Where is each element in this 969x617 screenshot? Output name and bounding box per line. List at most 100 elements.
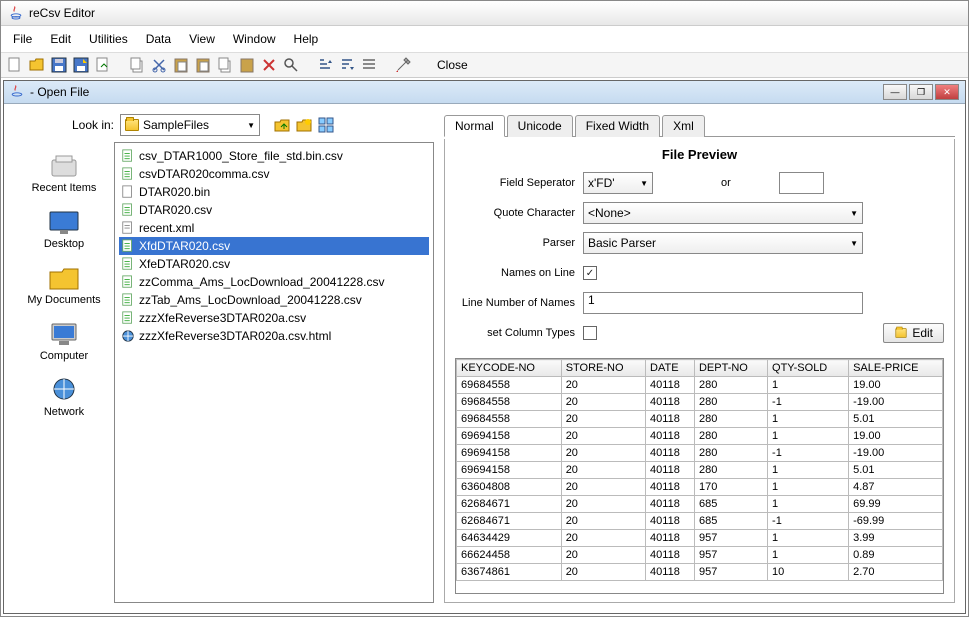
view-mode-icon[interactable] (318, 117, 334, 133)
close-window-button[interactable]: ✕ (935, 84, 959, 100)
open-file-window: - Open File — ❐ ✕ Look in: SampleFiles ▼ (3, 80, 966, 614)
table-row[interactable]: 626846712040118685169.99 (457, 496, 943, 513)
new-folder-icon[interactable] (296, 117, 312, 133)
preview-title: File Preview (455, 147, 944, 162)
recent-icon (46, 150, 82, 180)
quote-select[interactable]: <None>▼ (583, 202, 863, 224)
col-header[interactable]: QTY-SOLD (768, 360, 849, 377)
chevron-down-icon: ▼ (850, 209, 858, 218)
file-icon (121, 167, 135, 181)
title-bar: reCsv Editor (1, 1, 968, 26)
file-item[interactable]: XfdDTAR020.csv (119, 237, 429, 255)
tab-normal[interactable]: Normal (444, 115, 505, 137)
sidebar-documents[interactable]: My Documents (16, 262, 112, 306)
window-title: reCsv Editor (29, 6, 95, 20)
sidebar-computer[interactable]: Computer (16, 318, 112, 362)
sub-title-bar: - Open File — ❐ ✕ (4, 81, 965, 104)
menu-window[interactable]: Window (225, 28, 284, 50)
saveas-icon[interactable] (73, 57, 89, 73)
java-icon (10, 84, 24, 100)
minimize-button[interactable]: — (883, 84, 907, 100)
delete-icon[interactable] (261, 57, 277, 73)
file-item[interactable]: zzzXfeReverse3DTAR020a.csv (119, 309, 429, 327)
cut-icon[interactable] (151, 57, 167, 73)
field-sep-alt-input[interactable] (779, 172, 824, 194)
table-row[interactable]: 64634429204011895713.99 (457, 530, 943, 547)
file-item[interactable]: DTAR020.csv (119, 201, 429, 219)
copy2-icon[interactable] (217, 57, 233, 73)
documents-icon (46, 262, 82, 292)
sidebar-network[interactable]: Network (16, 374, 112, 418)
table-row[interactable]: 66624458204011895710.89 (457, 547, 943, 564)
file-browser-panel: Look in: SampleFiles ▼ Recent ItemsDeskt… (14, 114, 434, 603)
file-item[interactable]: zzComma_Ams_LocDownload_20041228.csv (119, 273, 429, 291)
tab-xml[interactable]: Xml (662, 115, 705, 137)
names-checkbox[interactable]: ✓ (583, 266, 597, 280)
file-item[interactable]: DTAR020.bin (119, 183, 429, 201)
table-row[interactable]: 636748612040118957102.70 (457, 564, 943, 581)
menu-file[interactable]: File (5, 28, 40, 50)
table-row[interactable]: 696845582040118280-1-19.00 (457, 394, 943, 411)
sort-asc-icon[interactable] (317, 57, 333, 73)
sort-desc-icon[interactable] (339, 57, 355, 73)
lookin-select[interactable]: SampleFiles ▼ (120, 114, 260, 136)
field-sep-select[interactable]: x'FD'▼ (583, 172, 653, 194)
file-item[interactable]: csvDTAR020comma.csv (119, 165, 429, 183)
table-row[interactable]: 626846712040118685-1-69.99 (457, 513, 943, 530)
file-item[interactable]: zzzXfeReverse3DTAR020a.csv.html (119, 327, 429, 345)
close-button[interactable]: Close (437, 58, 468, 72)
toolbar: Close (1, 53, 968, 78)
menu-data[interactable]: Data (138, 28, 179, 50)
col-header[interactable]: KEYCODE-NO (457, 360, 562, 377)
export-icon[interactable] (95, 57, 111, 73)
col-header[interactable]: DATE (646, 360, 695, 377)
menu-help[interactable]: Help (286, 28, 327, 50)
paste3-icon[interactable] (239, 57, 255, 73)
up-folder-icon[interactable] (274, 117, 290, 133)
tools-icon[interactable] (395, 57, 411, 73)
file-item[interactable]: XfeDTAR020.csv (119, 255, 429, 273)
preview-table-wrap: KEYCODE-NOSTORE-NODATEDEPT-NOQTY-SOLDSAL… (455, 358, 944, 594)
main-window: reCsv Editor FileEditUtilitiesDataViewWi… (0, 0, 969, 617)
list-icon[interactable] (361, 57, 377, 73)
table-row[interactable]: 69694158204011828015.01 (457, 462, 943, 479)
file-icon (121, 311, 135, 325)
file-item[interactable]: zzTab_Ams_LocDownload_20041228.csv (119, 291, 429, 309)
sidebar-recent[interactable]: Recent Items (16, 150, 112, 194)
table-row[interactable]: 63604808204011817014.87 (457, 479, 943, 496)
paste-icon[interactable] (173, 57, 189, 73)
lookin-value: SampleFiles (143, 118, 209, 132)
file-item[interactable]: recent.xml (119, 219, 429, 237)
table-row[interactable]: 696941582040118280-1-19.00 (457, 445, 943, 462)
sidebar-desktop[interactable]: Desktop (16, 206, 112, 250)
col-header[interactable]: DEPT-NO (694, 360, 767, 377)
file-list[interactable]: csv_DTAR1000_Store_file_std.bin.csvcsvDT… (114, 142, 434, 603)
col-header[interactable]: SALE-PRICE (849, 360, 943, 377)
new-icon[interactable] (7, 57, 23, 73)
table-row[interactable]: 696941582040118280119.00 (457, 428, 943, 445)
save-icon[interactable] (51, 57, 67, 73)
file-icon (121, 275, 135, 289)
menu-view[interactable]: View (181, 28, 223, 50)
edit-button[interactable]: Edit (883, 323, 944, 343)
maximize-button[interactable]: ❐ (909, 84, 933, 100)
coltypes-checkbox[interactable] (583, 326, 597, 340)
table-row[interactable]: 69684558204011828015.01 (457, 411, 943, 428)
menu-edit[interactable]: Edit (42, 28, 79, 50)
parser-select[interactable]: Basic Parser▼ (583, 232, 863, 254)
tab-unicode[interactable]: Unicode (507, 115, 573, 137)
parser-label: Parser (455, 237, 575, 249)
tab-fixed-width[interactable]: Fixed Width (575, 115, 660, 137)
table-row[interactable]: 696845582040118280119.00 (457, 377, 943, 394)
menu-utilities[interactable]: Utilities (81, 28, 136, 50)
folder-icon (125, 119, 139, 131)
col-header[interactable]: STORE-NO (561, 360, 645, 377)
or-label: or (721, 177, 731, 189)
paste2-icon[interactable] (195, 57, 211, 73)
quote-label: Quote Character (455, 207, 575, 219)
file-item[interactable]: csv_DTAR1000_Store_file_std.bin.csv (119, 147, 429, 165)
find-icon[interactable] (283, 57, 299, 73)
linenum-input[interactable]: 1 (583, 292, 863, 314)
open-icon[interactable] (29, 57, 45, 73)
copy-icon[interactable] (129, 57, 145, 73)
